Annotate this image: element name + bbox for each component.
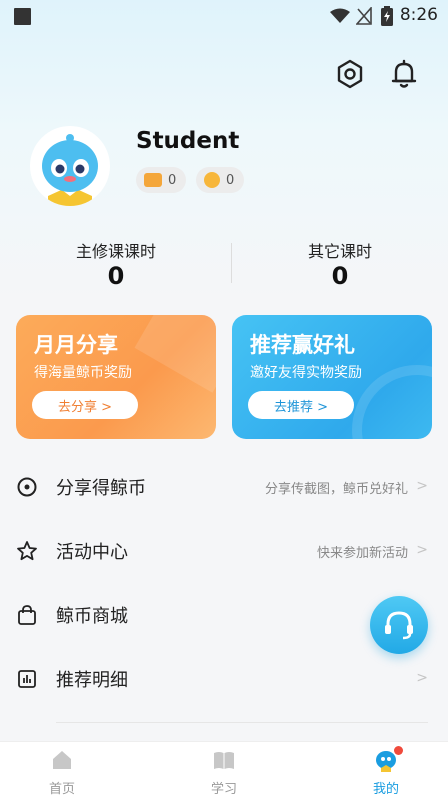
signal-icon xyxy=(356,7,372,25)
shopping-bag-icon xyxy=(18,605,36,625)
menu-item-label: 活动中心 xyxy=(56,542,128,563)
menu-item-label: 分享得鲸币 xyxy=(56,478,146,499)
status-time: 8:26 xyxy=(399,5,438,25)
recommend-promo-subtitle: 邀好友得实物奖励 xyxy=(250,365,362,381)
user-name: Student xyxy=(136,128,240,154)
notification-dot xyxy=(394,746,403,755)
customer-service-button[interactable] xyxy=(370,596,428,654)
recommend-promo-card[interactable]: 推荐赢好礼 邀好友得实物奖励 去推荐 > xyxy=(232,315,432,439)
status-bar: 8:26 xyxy=(0,0,448,32)
whale-mascot-icon xyxy=(42,134,98,206)
notification-square-icon xyxy=(14,8,31,25)
menu-item-label: 鲸币商城 xyxy=(56,606,128,627)
battery-icon xyxy=(381,6,393,26)
chevron-right-icon: > xyxy=(416,542,428,558)
book-icon xyxy=(214,752,234,769)
coin-card-count: 0 xyxy=(168,172,177,188)
menu-item-recommend-details[interactable]: 推荐明细 > xyxy=(0,648,448,712)
headset-icon xyxy=(385,611,413,640)
menu-item-share-coins[interactable]: 分享得鲸币 分享传截图，鲸币兑好礼 > xyxy=(0,456,448,520)
menu-item-hint: 分享传截图，鲸币兑好礼 xyxy=(264,482,408,497)
menu-item-label: 推荐明细 xyxy=(56,670,128,691)
tab-home[interactable]: 首页 xyxy=(2,742,122,801)
coin-card-badge[interactable]: 0 xyxy=(136,167,187,193)
share-promo-title: 月月分享 xyxy=(34,333,118,357)
share-promo-subtitle: 得海量鲸币奖励 xyxy=(34,365,132,381)
home-icon xyxy=(53,751,71,769)
tab-study[interactable]: 学习 xyxy=(164,742,284,801)
go-share-button[interactable]: 去分享 > xyxy=(32,391,138,419)
other-hours-label: 其它课时 xyxy=(307,242,372,261)
bottom-tab-bar: 首页 学习 我的 xyxy=(0,741,448,801)
settings-icon[interactable] xyxy=(334,58,366,90)
tab-mine[interactable]: 我的 xyxy=(326,742,446,801)
main-hours-label: 主修课课时 xyxy=(75,242,156,261)
go-recommend-button[interactable]: 去推荐 > xyxy=(248,391,354,419)
target-icon xyxy=(17,477,37,497)
divider xyxy=(56,722,428,723)
bell-icon[interactable] xyxy=(388,58,420,90)
divider xyxy=(231,243,232,283)
wifi-icon xyxy=(330,8,350,23)
bar-chart-icon xyxy=(18,670,36,688)
recommend-promo-title: 推荐赢好礼 xyxy=(250,333,355,357)
tab-label: 学习 xyxy=(210,782,237,797)
menu-item-activity-center[interactable]: 活动中心 快来参加新活动 > xyxy=(0,520,448,584)
share-promo-card[interactable]: 月月分享 得海量鲸币奖励 去分享 > xyxy=(16,315,216,439)
coin-icon xyxy=(204,172,220,188)
avatar[interactable] xyxy=(30,126,110,206)
card-icon xyxy=(144,173,162,187)
tab-label: 首页 xyxy=(48,782,75,797)
main-hours-value: 0 xyxy=(107,262,125,290)
menu-item-hint: 快来参加新活动 xyxy=(316,546,408,561)
other-hours-value: 0 xyxy=(331,262,349,290)
coin-badge[interactable]: 0 xyxy=(196,167,245,193)
chevron-right-icon: > xyxy=(416,478,428,494)
tab-label: 我的 xyxy=(372,782,399,797)
coin-count: 0 xyxy=(226,172,235,188)
chevron-right-icon: > xyxy=(416,670,428,686)
star-icon xyxy=(17,541,37,561)
